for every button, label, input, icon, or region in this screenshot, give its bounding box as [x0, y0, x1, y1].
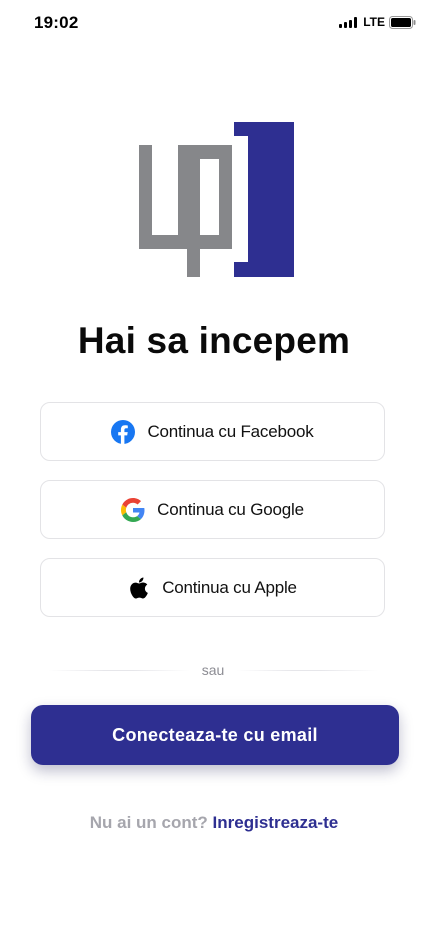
app-logo — [139, 122, 294, 277]
network-label: LTE — [363, 15, 385, 29]
divider-line-left — [48, 669, 190, 671]
logo-letter-u — [139, 145, 191, 249]
facebook-login-label: Continua cu Facebook — [147, 421, 314, 441]
or-divider: sau — [48, 662, 379, 678]
battery-icon — [389, 15, 416, 29]
facebook-icon — [111, 419, 136, 444]
apple-icon — [130, 577, 149, 598]
google-icon — [121, 497, 145, 522]
signup-row: Nu ai un cont? Inregistreaza-te — [0, 813, 428, 833]
google-login-label: Continua cu Google — [157, 499, 304, 519]
divider-text: sau — [201, 662, 225, 678]
status-indicators: LTE — [339, 15, 416, 29]
page-title: Hai sa incepem — [77, 320, 351, 361]
apple-login-label: Continua cu Apple — [162, 577, 297, 597]
logo-letter-p — [187, 145, 232, 277]
status-time: 19:02 — [34, 13, 79, 32]
signup-prompt: Nu ai un cont? — [89, 813, 208, 832]
status-bar: 19:02 LTE — [0, 0, 428, 46]
email-login-button[interactable]: Conecteaza-te cu email — [31, 705, 399, 765]
divider-line-right — [236, 669, 379, 671]
facebook-login-button[interactable]: Continua cu Facebook — [40, 402, 385, 461]
logo-bracket — [234, 122, 294, 277]
signal-icon — [339, 16, 358, 28]
signup-link[interactable]: Inregistreaza-te — [213, 813, 339, 832]
google-login-button[interactable]: Continua cu Google — [40, 480, 385, 539]
apple-login-button[interactable]: Continua cu Apple — [40, 558, 385, 617]
